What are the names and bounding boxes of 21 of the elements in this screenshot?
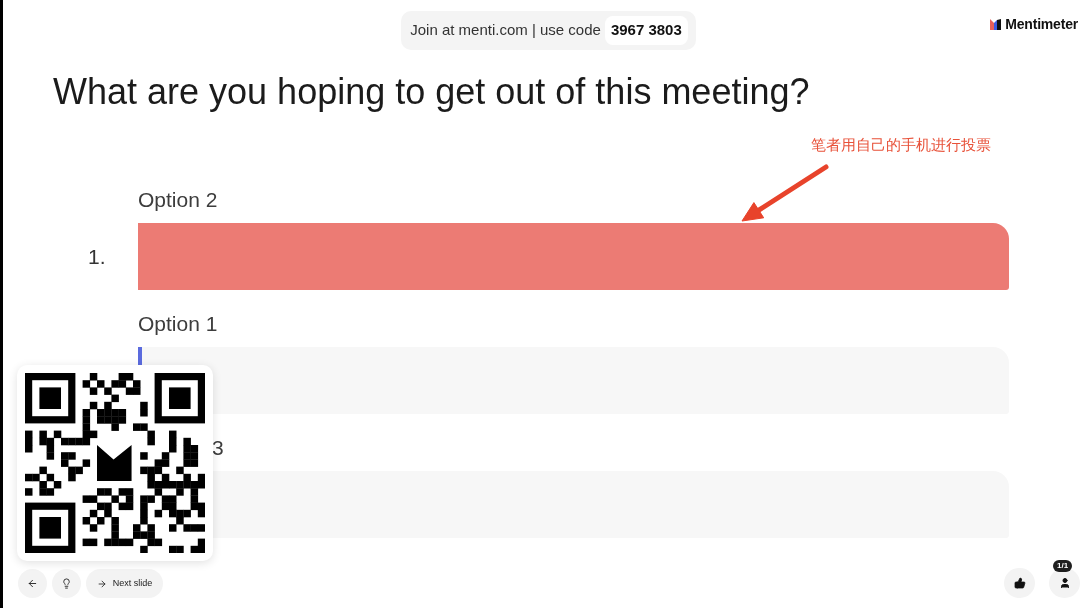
thumbs-up-icon: [1013, 577, 1026, 589]
reaction-button[interactable]: [1004, 568, 1035, 598]
option-label: Option 1: [138, 312, 218, 335]
join-code: 3967 3803: [604, 16, 688, 45]
option-label: 3: [212, 436, 224, 459]
next-slide-button[interactable]: Next slide: [86, 569, 163, 598]
user-icon: [1058, 577, 1071, 589]
question-title: What are you hoping to get out of this meeting?: [53, 70, 810, 113]
logo-text: Mentimeter: [1005, 15, 1078, 34]
participants-button[interactable]: [1049, 568, 1080, 598]
participant-count-badge: 1/1: [1053, 560, 1073, 572]
join-instructions: Join at menti.com | use code: [410, 20, 601, 41]
tip-button[interactable]: [52, 569, 81, 598]
logo-icon: [990, 19, 1002, 30]
option-label: Option 2: [138, 188, 218, 211]
rank-number: 1.: [88, 244, 106, 268]
arrow-right-icon: [96, 578, 107, 589]
annotation-text: 笔者用自己的手机进行投票: [811, 136, 991, 154]
lightbulb-icon: [61, 578, 72, 589]
arrow-left-icon: [27, 578, 38, 589]
arrow-icon: [739, 163, 831, 223]
